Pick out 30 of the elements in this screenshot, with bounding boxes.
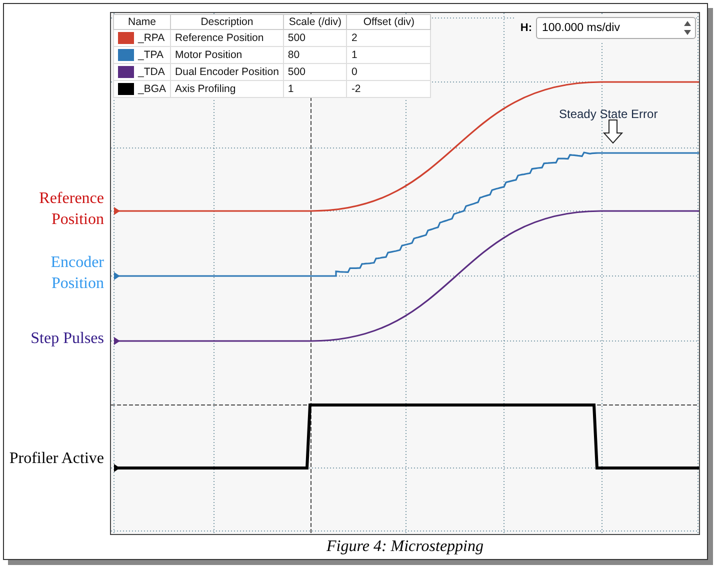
table-cell: 2 <box>346 30 431 46</box>
column-header[interactable]: Offset (div) <box>346 14 431 30</box>
arrow-icon <box>602 120 624 144</box>
table-cell: 80 <box>283 46 347 64</box>
table-cell: Dual Encoder Position <box>170 64 284 80</box>
table-cell: 500 <box>283 30 347 46</box>
column-header[interactable]: Description <box>170 14 284 30</box>
field-label: H: <box>520 22 532 34</box>
table-cell: Reference Position <box>170 30 284 46</box>
table-cell: 1 <box>346 46 431 64</box>
table-cell: _BGA <box>138 83 166 95</box>
table-cell: _RPA <box>138 32 165 44</box>
timebase-field[interactable]: 100.000 ms/div <box>536 17 696 39</box>
table-cell: _TDA <box>138 66 165 78</box>
table-cell: 0 <box>346 64 431 80</box>
table-cell: _TPA <box>138 49 164 61</box>
trace-label: Encoder Position <box>50 253 104 294</box>
trace-label: Step Pulses <box>30 329 104 349</box>
annotation: Steady State Error <box>559 107 658 121</box>
trace-label: Profiler Active <box>8 449 104 469</box>
table-cell: Motor Position <box>170 46 284 64</box>
table-cell: 500 <box>283 64 347 80</box>
column-header[interactable]: Scale (/div) <box>283 14 347 30</box>
table-cell: 1 <box>283 80 347 98</box>
table-cell: Axis Profiling <box>170 80 284 98</box>
column-header[interactable]: Name <box>114 14 171 30</box>
trace-label: Reference Position <box>38 189 104 230</box>
spinner-icon[interactable] <box>683 20 692 36</box>
table-cell: -2 <box>346 80 431 98</box>
figure-caption: Figure 4: Microstepping <box>325 538 484 556</box>
